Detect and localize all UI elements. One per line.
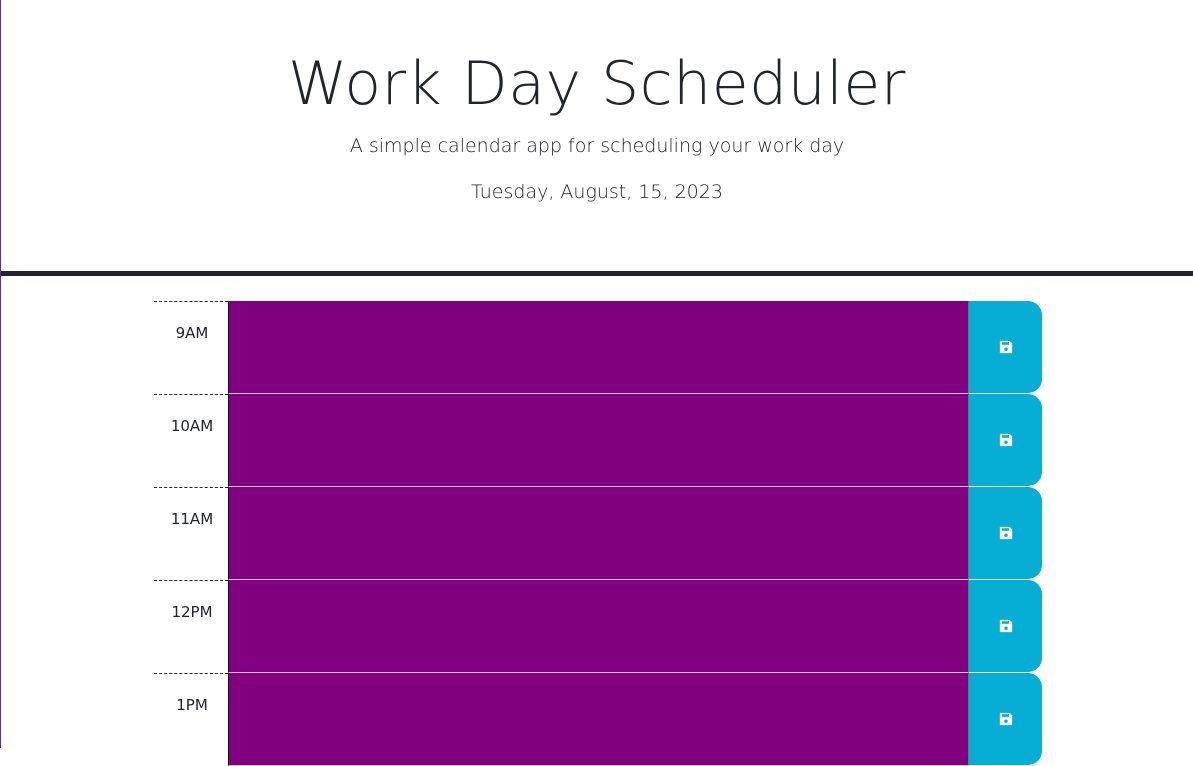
hour-label: 11AM (154, 487, 228, 580)
save-button[interactable] (969, 487, 1042, 579)
description-textarea[interactable] (228, 487, 969, 580)
description-textarea[interactable] (228, 394, 969, 487)
floppy-disk-icon (999, 619, 1012, 633)
floppy-disk-icon (999, 526, 1012, 540)
hour-label: 10AM (154, 394, 228, 487)
hour-label: 1PM (154, 673, 228, 766)
time-block-1pm: 1PM (154, 673, 1042, 766)
time-block-9am: 9AM (154, 301, 1042, 394)
hour-label: 12PM (154, 580, 228, 673)
floppy-disk-icon (999, 712, 1012, 726)
description-textarea[interactable] (228, 673, 969, 766)
save-button[interactable] (969, 580, 1042, 672)
hour-label: 9AM (154, 301, 228, 394)
page-subtitle: A simple calendar app for scheduling you… (349, 135, 845, 157)
time-block-11am: 11AM (154, 487, 1042, 580)
floppy-disk-icon (999, 340, 1012, 354)
save-button[interactable] (969, 394, 1042, 486)
description-textarea[interactable] (228, 580, 969, 673)
header: Work Day Scheduler A simple calendar app… (1, 0, 1193, 276)
save-button[interactable] (969, 301, 1042, 393)
page-title: Work Day Scheduler (288, 49, 906, 119)
time-block-12pm: 12PM (154, 580, 1042, 673)
time-block-10am: 10AM (154, 394, 1042, 487)
current-day: Tuesday, August, 15, 2023 (471, 181, 723, 203)
schedule-container: 9AM 10AM 11AM 12PM 1PM (154, 301, 1042, 766)
description-textarea[interactable] (228, 301, 969, 394)
floppy-disk-icon (999, 433, 1012, 447)
save-button[interactable] (969, 673, 1042, 765)
